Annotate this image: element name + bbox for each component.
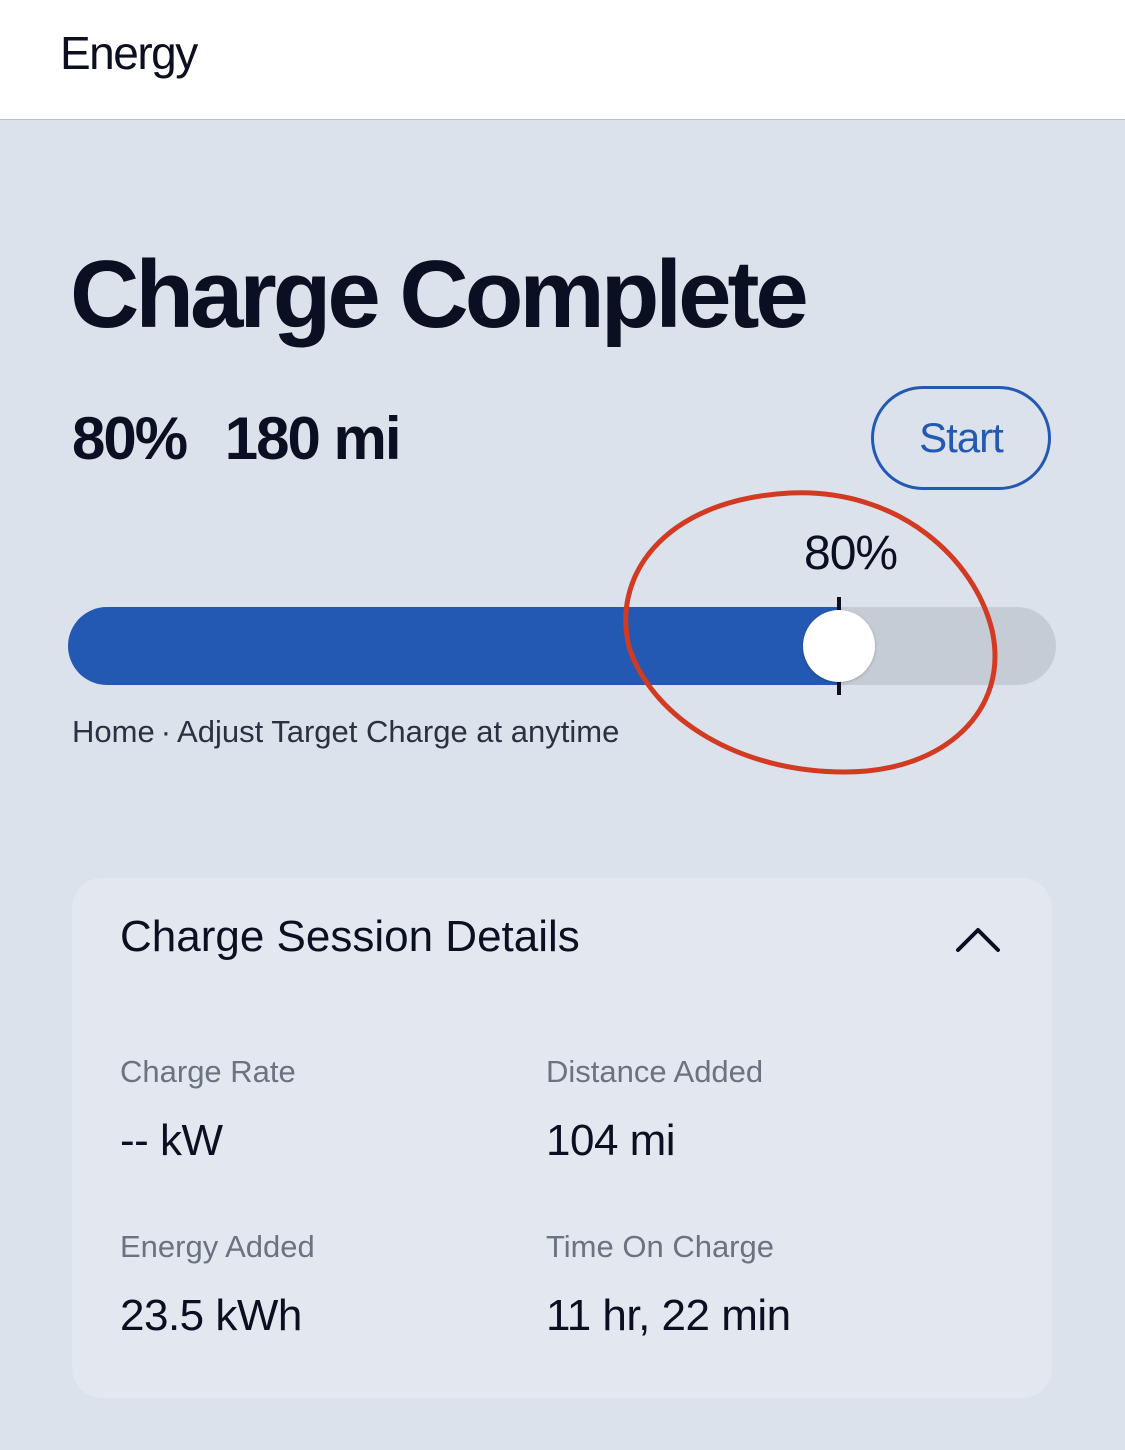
top-bar: Energy <box>0 0 1125 120</box>
battery-percent: 80% <box>72 405 188 472</box>
adjust-hint: Adjust Target Charge at anytime <box>177 714 620 749</box>
metric-charge-rate: Charge Rate -- kW <box>120 1054 296 1166</box>
metric-label: Energy Added <box>120 1229 315 1264</box>
start-charge-button[interactable]: Start <box>871 386 1051 490</box>
slider-fill <box>68 607 839 685</box>
charge-location-caption: Home · Adjust Target Charge at anytime <box>72 714 619 750</box>
metric-value: 104 mi <box>546 1116 676 1165</box>
charge-status-title: Charge Complete <box>70 241 809 348</box>
range-estimate: 180 mi <box>224 405 402 472</box>
target-charge-slider[interactable] <box>68 597 1056 695</box>
metric-distance-added: Distance Added 104 mi <box>546 1054 763 1166</box>
metric-label: Distance Added <box>546 1054 764 1089</box>
metric-energy-added: Energy Added 23.5 kWh <box>120 1229 315 1341</box>
metric-label: Charge Rate <box>120 1054 296 1089</box>
metric-value: 11 hr, 22 min <box>546 1291 791 1340</box>
card-title: Charge Session Details <box>120 912 580 961</box>
metric-time-on-charge: Time On Charge 11 hr, 22 min <box>546 1229 791 1341</box>
page-title: Energy <box>60 27 198 79</box>
separator-dot: · <box>160 714 172 749</box>
state-of-charge: 80% 180 mi <box>72 404 402 473</box>
chevron-up-icon[interactable] <box>950 914 1006 962</box>
charge-location: Home <box>72 714 155 749</box>
metric-label: Time On Charge <box>546 1229 774 1264</box>
slider-thumb[interactable] <box>803 610 875 682</box>
metric-value: 23.5 kWh <box>120 1291 302 1340</box>
target-charge-value: 80% <box>804 527 898 580</box>
charge-session-details-card: Charge Session Details Charge Rate -- kW… <box>72 878 1052 1398</box>
metric-value: -- kW <box>120 1116 223 1165</box>
